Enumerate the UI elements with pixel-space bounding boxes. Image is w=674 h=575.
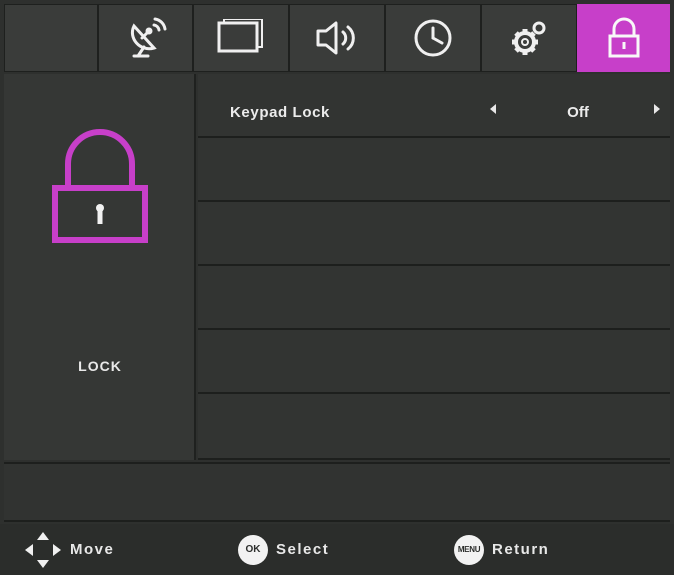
tab-picture[interactable] xyxy=(193,4,289,72)
lock-icon xyxy=(608,17,639,58)
settings-list: Keypad Lock Off xyxy=(198,74,670,460)
tab-lock[interactable] xyxy=(577,4,670,72)
hint-return: MENU Return xyxy=(454,524,549,575)
setting-value: Off xyxy=(567,104,589,121)
screen-icon xyxy=(217,19,263,53)
setting-row-empty xyxy=(198,266,670,330)
setting-row-empty xyxy=(198,330,670,394)
setting-row-empty xyxy=(198,138,670,202)
hint-select: OK Select xyxy=(238,524,329,575)
setting-label: Keypad Lock xyxy=(230,104,330,121)
category-panel: LOCK xyxy=(4,74,196,460)
tab-sound[interactable] xyxy=(289,4,385,72)
osd-menu: LOCK Keypad Lock Off Move OK Select MENU… xyxy=(0,0,674,575)
tab-blank xyxy=(4,4,98,72)
dpad-arrows-icon xyxy=(25,531,61,568)
padlock-icon xyxy=(52,129,148,243)
hint-select-label: Select xyxy=(276,541,330,558)
setting-row-keypad-lock[interactable]: Keypad Lock Off xyxy=(198,74,670,138)
hint-move: Move xyxy=(22,524,114,575)
menu-button-icon: MENU xyxy=(454,534,484,565)
footer-hints: Move OK Select MENU Return xyxy=(0,524,674,575)
tab-channel[interactable] xyxy=(98,4,193,72)
setting-row-empty xyxy=(198,202,670,266)
setting-row-empty xyxy=(198,394,670,460)
hint-return-label: Return xyxy=(492,541,550,558)
gear-icon xyxy=(512,21,546,55)
ok-button-icon: OK xyxy=(238,534,268,565)
category-title: LOCK xyxy=(78,358,122,374)
tab-setup[interactable] xyxy=(481,4,577,72)
speaker-icon xyxy=(316,21,355,55)
right-arrow-icon[interactable] xyxy=(654,104,660,114)
tab-bar xyxy=(4,4,670,72)
clock-icon xyxy=(414,19,452,57)
info-bar xyxy=(4,462,670,522)
tab-time[interactable] xyxy=(385,4,481,72)
hint-move-label: Move xyxy=(70,541,115,558)
satellite-dish-icon xyxy=(130,17,166,58)
left-arrow-icon[interactable] xyxy=(490,104,496,114)
